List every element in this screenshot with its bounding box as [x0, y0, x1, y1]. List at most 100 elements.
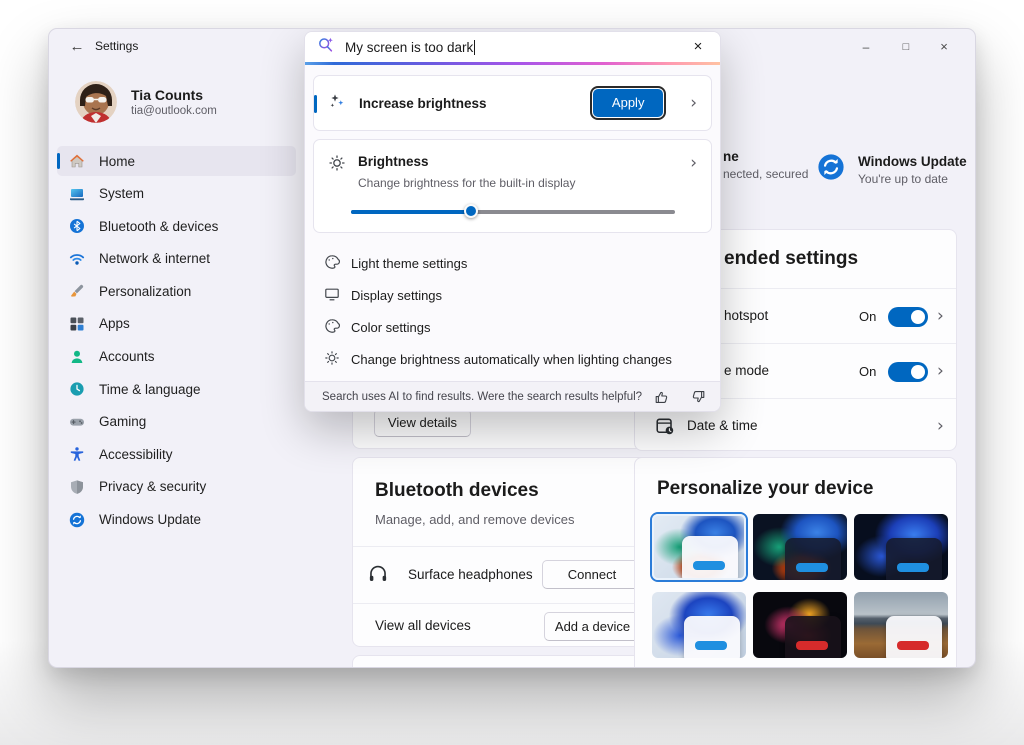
hotspot-label: hotspot	[724, 308, 768, 323]
hotspot-toggle[interactable]	[888, 307, 928, 327]
chevron-right-icon: ›	[937, 418, 944, 435]
theme-thumbnails	[652, 514, 948, 658]
selection-accent-bar	[314, 95, 317, 113]
headphones-icon	[367, 563, 389, 590]
sidebar-item-accounts[interactable]: Accounts	[57, 342, 296, 372]
network-state-fragment: nected, secured	[723, 167, 808, 181]
theme-thumbnail-bloom-light[interactable]	[652, 514, 746, 580]
desktop: ← Settings – □ × Tia Counts tia@outlook.…	[0, 0, 1024, 745]
window-title: Settings	[95, 39, 138, 53]
sidebar-item-home[interactable]: Home	[57, 146, 296, 176]
profile-name: Tia Counts	[131, 87, 217, 103]
bluetooth-card: Bluetooth devices Manage, add, and remov…	[352, 457, 676, 647]
mode-toggle[interactable]	[888, 362, 928, 382]
sun-icon	[328, 154, 346, 177]
sidebar: Tia Counts tia@outlook.com Home System B…	[49, 65, 304, 667]
theme-preview-card	[682, 536, 738, 580]
profile-email: tia@outlook.com	[131, 105, 217, 117]
brightness-slider[interactable]	[351, 210, 675, 214]
link-label: Change brightness automatically when lig…	[351, 352, 672, 367]
increase-brightness-result[interactable]: Increase brightness Apply ›	[313, 75, 712, 131]
personalize-title: Personalize your device	[657, 478, 874, 500]
result-title: Brightness	[358, 154, 429, 177]
sidebar-item-label: Bluetooth & devices	[99, 219, 218, 234]
windows-update-icon	[817, 153, 845, 186]
search-bar[interactable]: My screen is too dark ×	[305, 32, 720, 62]
brush-icon	[69, 283, 85, 299]
search-feedback-bar: Search uses AI to find results. Were the…	[305, 381, 720, 411]
theme-thumbnail-landscape[interactable]	[854, 592, 948, 658]
brightness-slider-thumb[interactable]	[464, 204, 478, 218]
sidebar-item-system[interactable]: System	[57, 179, 296, 209]
sidebar-item-privacy[interactable]: Privacy & security	[57, 472, 296, 502]
profile[interactable]: Tia Counts tia@outlook.com	[75, 81, 217, 123]
network-status: ne nected, secured	[723, 149, 808, 181]
chevron-right-icon: ›	[937, 308, 944, 325]
add-device-button[interactable]: Add a device	[544, 612, 641, 641]
link-light-theme-settings[interactable]: Light theme settings	[313, 247, 712, 279]
sidebar-item-label: Privacy & security	[99, 479, 206, 494]
network-name-fragment: ne	[723, 149, 808, 164]
view-all-devices-row[interactable]: View all devices Add a device ›	[353, 603, 675, 648]
clock-icon	[69, 381, 85, 397]
theme-preview-card	[785, 616, 841, 658]
maximize-button[interactable]: □	[893, 35, 919, 59]
windows-update-status: Windows Update You're up to date	[817, 153, 967, 186]
result-subtitle: Change brightness for the built-in displ…	[358, 176, 575, 190]
minimize-button[interactable]: –	[853, 35, 879, 59]
sidebar-item-time-language[interactable]: Time & language	[57, 374, 296, 404]
accent-pill	[897, 641, 929, 650]
connect-button[interactable]: Connect	[542, 560, 642, 589]
theme-preview-card	[684, 616, 740, 658]
link-display-settings[interactable]: Display settings	[313, 279, 712, 311]
ai-search-icon	[317, 36, 335, 59]
sidebar-item-windows-update[interactable]: Windows Update	[57, 505, 296, 535]
back-button[interactable]: ←	[65, 36, 89, 58]
theme-thumbnail-bloom-dark[interactable]	[753, 514, 847, 580]
theme-thumbnail-bloom-blue-dark[interactable]	[854, 514, 948, 580]
sidebar-item-label: Personalization	[99, 284, 191, 299]
brightness-result[interactable]: Brightness › Change brightness for the b…	[313, 139, 712, 233]
theme-thumbnail-flower-dark[interactable]	[753, 592, 847, 658]
link-label: Light theme settings	[351, 256, 467, 271]
accent-pill	[693, 561, 725, 570]
date-time-label: Date & time	[687, 418, 758, 433]
apply-button[interactable]: Apply	[593, 89, 663, 117]
theme-thumbnail-bloom-blue-light[interactable]	[652, 592, 746, 658]
windows-update-subtitle: You're up to date	[858, 172, 967, 186]
sidebar-item-personalization[interactable]: Personalization	[57, 276, 296, 306]
close-button[interactable]: ×	[931, 35, 957, 59]
search-results: Increase brightness Apply › Brightness ›…	[305, 65, 720, 381]
sidebar-item-accessibility[interactable]: Accessibility	[57, 439, 296, 469]
link-color-settings[interactable]: Color settings	[313, 311, 712, 343]
system-icon	[69, 186, 85, 202]
device-name: Surface headphones	[408, 567, 533, 582]
result-title: Increase brightness	[359, 96, 487, 111]
calendar-clock-icon	[655, 416, 675, 441]
sidebar-item-apps[interactable]: Apps	[57, 309, 296, 339]
sidebar-item-label: Time & language	[99, 382, 201, 397]
sidebar-item-bluetooth[interactable]: Bluetooth & devices	[57, 211, 296, 241]
link-auto-brightness[interactable]: Change brightness automatically when lig…	[313, 343, 712, 375]
wifi-icon	[69, 251, 85, 267]
sidebar-item-network[interactable]: Network & internet	[57, 244, 296, 274]
theme-preview-card	[886, 538, 942, 580]
sidebar-item-gaming[interactable]: Gaming	[57, 407, 296, 437]
sidebar-item-label: Home	[99, 154, 135, 169]
accent-pill	[796, 641, 828, 650]
sidebar-item-label: Accessibility	[99, 447, 173, 462]
chevron-right-icon: ›	[690, 95, 697, 112]
view-details-button[interactable]: View details	[374, 409, 471, 437]
link-label: Display settings	[351, 288, 442, 303]
text-cursor	[474, 40, 475, 55]
search-input[interactable]: My screen is too dark	[345, 40, 475, 55]
view-all-devices-label: View all devices	[375, 618, 471, 633]
thumbs-up-icon[interactable]	[652, 387, 672, 407]
person-icon	[69, 349, 85, 365]
sidebar-item-label: Gaming	[99, 414, 146, 429]
thumbs-down-icon[interactable]	[688, 387, 708, 407]
windows-update-title: Windows Update	[858, 154, 967, 169]
search-query-text: My screen is too dark	[345, 40, 473, 55]
gamepad-icon	[69, 414, 85, 430]
search-close-button[interactable]: ×	[686, 36, 710, 58]
